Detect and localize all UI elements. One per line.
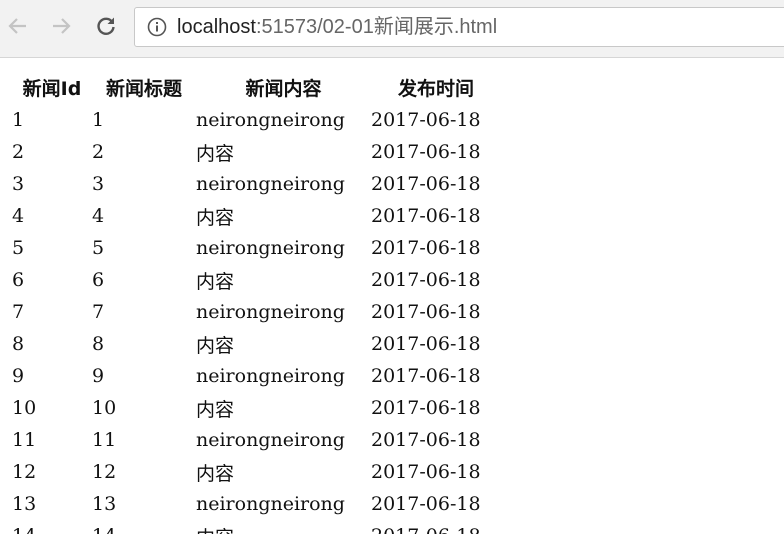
cell-news-title: 6	[92, 269, 105, 291]
cell-publish-time: 2017-06-18	[371, 173, 481, 195]
cell-news-content: 内容	[196, 142, 235, 165]
news-table: 新闻Id 新闻标题 新闻内容 发布时间 1 1 neirongneirong 2017…	[12, 71, 501, 534]
cell-news-title: 2	[92, 141, 105, 163]
cell-news-id: 6	[12, 269, 25, 291]
cell-publish-time: 2017-06-18	[371, 493, 481, 515]
table-row: 8 8 内容 2017-06-18	[12, 328, 501, 360]
cell-publish-time: 2017-06-18	[371, 429, 481, 451]
cell-news-title: 7	[92, 301, 105, 323]
cell-news-content: 内容	[196, 462, 235, 485]
cell-publish-time: 2017-06-18	[371, 461, 481, 483]
cell-news-content: 内容	[196, 270, 235, 293]
page-content: 新闻Id 新闻标题 新闻内容 发布时间 1 1 neirongneirong 2017…	[0, 58, 784, 534]
table-row: 5 5 neirongneirong 2017-06-18	[12, 232, 501, 264]
table-row: 13 13 neirongneirong 2017-06-18	[12, 488, 501, 520]
cell-publish-time: 2017-06-18	[371, 301, 481, 323]
cell-news-id: 3	[12, 173, 25, 195]
cell-publish-time: 2017-06-18	[371, 520, 501, 534]
table-row: 2 2 内容 2017-06-18	[12, 136, 501, 168]
table-row: 10 10 内容 2017-06-18	[12, 392, 501, 424]
header-news-content: 新闻内容	[245, 78, 322, 100]
address-bar[interactable]: localhost:51573/02-01新闻展示.html	[134, 7, 784, 47]
cell-news-title: 4	[92, 205, 105, 227]
cell-news-title: 10	[92, 397, 117, 419]
info-icon[interactable]	[147, 17, 167, 37]
browser-toolbar: localhost:51573/02-01新闻展示.html	[0, 0, 784, 58]
cell-news-content: neirongneirong	[196, 109, 345, 131]
cell-publish-time: 2017-06-18	[371, 205, 481, 227]
cell-news-title: 5	[92, 237, 105, 259]
back-button[interactable]	[3, 11, 33, 41]
table-row: 11 11 neirongneirong 2017-06-18	[12, 424, 501, 456]
table-header-row: 新闻Id 新闻标题 新闻内容 发布时间	[12, 71, 501, 104]
cell-news-id: 10	[12, 397, 37, 419]
cell-news-title: 13	[92, 493, 117, 515]
table-row: 1 1 neirongneirong 2017-06-18	[12, 104, 501, 136]
cell-publish-time: 2017-06-18	[371, 237, 481, 259]
cell-publish-time: 2017-06-18	[371, 397, 481, 419]
cell-news-title: 8	[92, 333, 105, 355]
cell-publish-time: 2017-06-18	[371, 333, 481, 355]
cell-news-content: neirongneirong	[196, 237, 345, 259]
cell-news-content: neirongneirong	[196, 365, 345, 387]
url-text[interactable]: localhost:51573/02-01新闻展示.html	[177, 15, 497, 39]
arrow-right-icon	[53, 18, 71, 34]
cell-news-title: 14	[92, 520, 196, 534]
cell-publish-time: 2017-06-18	[371, 269, 481, 291]
table-row: 1414内容2017-06-18	[12, 520, 501, 534]
cell-news-id: 2	[12, 141, 25, 163]
url-host: localhost	[177, 16, 256, 38]
cell-news-title: 3	[92, 173, 105, 195]
cell-news-content: 内容	[196, 398, 235, 421]
forward-button[interactable]	[46, 11, 76, 41]
cell-news-id: 13	[12, 493, 37, 515]
url-path: :51573/02-01新闻展示.html	[255, 16, 498, 38]
cell-news-id: 7	[12, 301, 25, 323]
table-row: 9 9 neirongneirong 2017-06-18	[12, 360, 501, 392]
cell-publish-time: 2017-06-18	[371, 141, 481, 163]
arrow-left-icon	[8, 18, 26, 34]
table-row: 3 3 neirongneirong 2017-06-18	[12, 168, 501, 200]
reload-icon	[97, 17, 115, 35]
cell-news-id: 8	[12, 333, 25, 355]
table-row: 4 4 内容 2017-06-18	[12, 200, 501, 232]
header-publish-time: 发布时间	[397, 78, 474, 100]
table-row: 6 6 内容 2017-06-18	[12, 264, 501, 296]
cell-news-content: neirongneirong	[196, 493, 345, 515]
cell-news-id: 12	[12, 461, 37, 483]
table-row: 12 12 内容 2017-06-18	[12, 456, 501, 488]
header-news-id: 新闻Id	[22, 78, 82, 100]
cell-news-id: 11	[12, 429, 37, 451]
cell-news-id: 9	[12, 365, 25, 387]
cell-publish-time: 2017-06-18	[371, 109, 481, 131]
cell-news-title: 11	[92, 429, 117, 451]
cell-news-content: neirongneirong	[196, 173, 345, 195]
cell-news-id: 5	[12, 237, 25, 259]
table-row: 7 7 neirongneirong 2017-06-18	[12, 296, 501, 328]
cell-news-title: 12	[92, 461, 117, 483]
cell-publish-time: 2017-06-18	[371, 365, 481, 387]
cell-news-content: 内容	[196, 520, 371, 534]
cell-news-title: 1	[92, 109, 105, 131]
cell-news-id: 14	[12, 520, 92, 534]
reload-button[interactable]	[91, 11, 121, 41]
cell-news-id: 1	[12, 109, 25, 131]
cell-news-content: neirongneirong	[196, 301, 345, 323]
cell-news-id: 4	[12, 205, 25, 227]
cell-news-content: 内容	[196, 206, 235, 229]
header-news-title: 新闻标题	[105, 78, 182, 100]
cell-news-content: neirongneirong	[196, 429, 345, 451]
cell-news-title: 9	[92, 365, 105, 387]
cell-news-content: 内容	[196, 334, 235, 357]
